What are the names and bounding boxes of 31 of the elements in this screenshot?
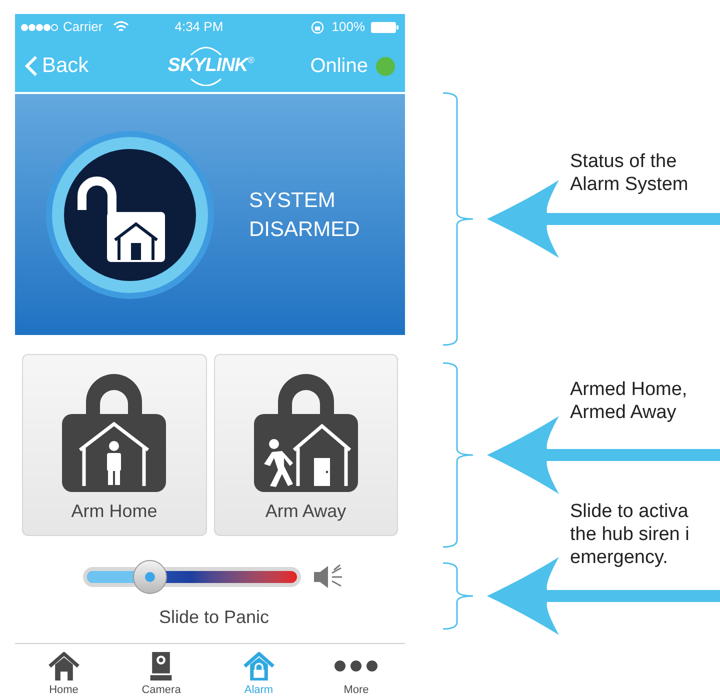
annotation-text: the hub siren i [570,523,690,546]
more-icon [334,660,378,672]
annotation-text: Slide to activa [570,500,690,523]
camera-icon [149,652,174,680]
house-icon [46,652,82,680]
battery-icon [371,22,399,32]
tab-bar-item[interactable]: More [321,652,392,698]
tab-bar-item[interactable]: Home [28,652,99,698]
house-lock-icon [240,652,277,680]
annotation-text: Status of the [570,150,678,173]
arm-button[interactable]: Arm Home [22,354,206,536]
annotation-text: emergency. [570,546,669,569]
clock: 4:34 PM [174,18,224,36]
panic-slider[interactable] [83,560,301,594]
panic-label: Slide to Panic [158,606,270,630]
speaker-icon [313,564,343,590]
annotation-text: Armed Home, [570,378,688,401]
rotation-lock-icon [310,20,324,34]
annotation-text: Alarm System [570,173,688,196]
wifi-icon [112,21,129,33]
brace [443,562,473,630]
connection-status: Online [310,54,368,79]
arm-button[interactable]: Arm Away [214,354,398,536]
chevron-left-icon [25,55,38,77]
signal-icon [21,24,59,30]
carrier-name: Carrier [63,18,103,36]
annotation-text: Armed Away [570,401,678,424]
tab-bar-item[interactable]: Camera [126,652,196,698]
battery-percent: 100% [332,18,365,36]
alarm-status-text: SYSTEM DISARMED [249,188,361,243]
logo: SKYLINK® [155,46,267,86]
